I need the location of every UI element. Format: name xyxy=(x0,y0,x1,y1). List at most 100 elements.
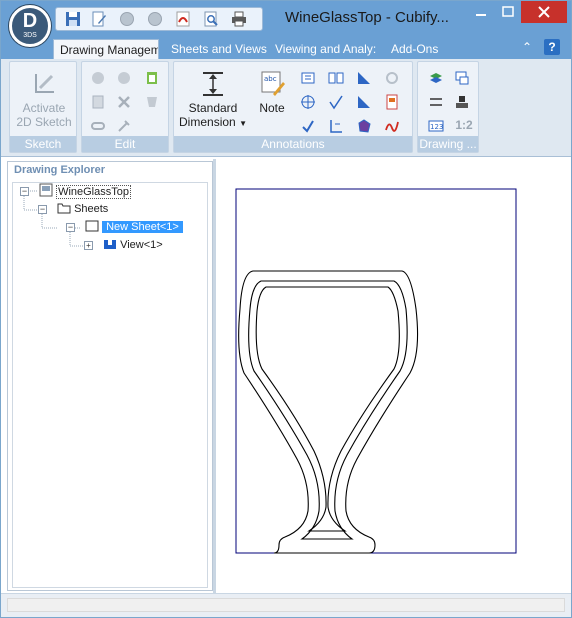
hatch-icon[interactable] xyxy=(356,118,372,134)
circle-disabled-icon[interactable] xyxy=(90,70,106,86)
standard-label-line2: Dimension ▼ xyxy=(178,115,248,131)
drawing-explorer-panel: Drawing Explorer − WineGlassTop − Sheets… xyxy=(7,161,213,591)
drawing-file-icon xyxy=(39,183,53,197)
group-annotations-label: Annotations xyxy=(174,136,412,152)
group-edit: Edit xyxy=(81,61,169,153)
spline-icon[interactable] xyxy=(384,118,400,134)
sheets-folder-icon xyxy=(57,203,71,214)
ordinate-icon[interactable] xyxy=(328,118,344,134)
logo-subtext: 3DS xyxy=(23,32,37,39)
sheet-icon xyxy=(85,220,99,232)
activate-label-line1: Activate xyxy=(22,101,66,115)
activate-label-line2: 2D Sketch xyxy=(16,115,72,129)
tree-node-sheets[interactable]: Sheets xyxy=(57,201,108,217)
minimize-icon xyxy=(476,14,486,16)
tree-node-sheets-label: Sheets xyxy=(74,203,109,215)
tree-node-new-sheet[interactable]: New Sheet<1> xyxy=(85,219,183,235)
note-icon-text: abc xyxy=(264,75,277,83)
weld-symbol-icon[interactable] xyxy=(356,94,372,110)
tree-node-root[interactable]: WineGlassTop xyxy=(39,183,131,199)
activate-2d-sketch-button[interactable]: Activate 2D Sketch xyxy=(14,70,74,129)
help-icon[interactable]: ? xyxy=(544,39,560,55)
properties-icon[interactable] xyxy=(144,94,160,110)
app-window: WineGlassTop - Cubify... D 3DS Drawing M… xyxy=(0,0,572,618)
scale-button[interactable]: 1:2 xyxy=(452,118,476,132)
standard-dimension-button[interactable]: Standard Dimension ▼ xyxy=(178,70,248,131)
edit-icon[interactable] xyxy=(90,11,108,27)
check-icon[interactable] xyxy=(300,118,316,134)
surface-finish-icon[interactable] xyxy=(328,94,344,110)
tab-add-ons[interactable]: Add-Ons xyxy=(385,39,445,59)
drawing-canvas[interactable] xyxy=(216,159,571,591)
dropdown-arrow-icon: ▼ xyxy=(239,119,247,128)
note-button[interactable]: abc Note xyxy=(252,70,292,115)
text-box-icon[interactable] xyxy=(300,70,316,86)
collapse-sheet-icon[interactable]: − xyxy=(66,223,75,232)
title-bar: WineGlassTop - Cubify... xyxy=(1,1,571,37)
logo-letter: D xyxy=(22,10,38,32)
numbering-icon-text: 123 xyxy=(430,123,443,131)
note-label: Note xyxy=(259,101,285,115)
align-icon[interactable] xyxy=(428,94,444,110)
collapse-root-icon[interactable]: − xyxy=(20,187,29,196)
link-icon[interactable] xyxy=(90,118,106,134)
balloon-icon[interactable] xyxy=(384,94,400,110)
tab-viewing-and-analysis[interactable]: Viewing and Analy: xyxy=(269,39,379,59)
status-bar xyxy=(1,593,571,617)
document-icon[interactable] xyxy=(90,94,106,110)
group-drawing-label: Drawing ... xyxy=(418,136,478,152)
tree-node-view-label: View<1> xyxy=(120,239,163,251)
angle-icon[interactable] xyxy=(356,70,372,86)
tree-node-new-sheet-label: New Sheet<1> xyxy=(102,221,183,233)
ribbon-tabs: Drawing Managem Sheets and Views Viewing… xyxy=(1,37,571,59)
sheet-border xyxy=(235,188,517,554)
tab-sheets-and-views[interactable]: Sheets and Views xyxy=(165,39,267,59)
group-edit-label: Edit xyxy=(82,136,168,152)
explorer-tree: − WineGlassTop − Sheets − New Sheet<1> +… xyxy=(12,182,208,588)
collapse-sheets-icon[interactable]: − xyxy=(38,205,47,214)
minimize-button[interactable] xyxy=(467,1,495,23)
gear-disabled-icon[interactable] xyxy=(384,70,400,86)
wineglass-view xyxy=(238,270,419,554)
group-annotations: Standard Dimension ▼ abc Note Annotation… xyxy=(173,61,413,153)
tree-node-root-label: WineGlassTop xyxy=(56,185,131,199)
maximize-button[interactable] xyxy=(495,1,521,23)
group-drawing: 123 1:2 Drawing ... xyxy=(417,61,479,153)
standard-label-text: Dimension xyxy=(179,115,236,129)
redo-icon[interactable] xyxy=(146,11,164,27)
horizontal-scrollbar[interactable] xyxy=(7,598,565,612)
pdf-icon[interactable] xyxy=(174,11,192,27)
undo-icon[interactable] xyxy=(118,11,136,27)
drawing-sheet-svg xyxy=(235,188,517,554)
maximize-icon xyxy=(502,6,514,17)
window-title: WineGlassTop - Cubify... xyxy=(285,9,449,26)
tree-node-view[interactable]: View<1> xyxy=(103,237,163,253)
view-icon xyxy=(104,240,116,249)
explorer-title: Drawing Explorer xyxy=(14,164,106,176)
sketch-icon xyxy=(35,74,54,93)
ribbon: Activate 2D Sketch Sketch Edit Standard … xyxy=(1,59,571,157)
circle-disabled-icon-2[interactable] xyxy=(116,70,132,86)
print-preview-icon[interactable] xyxy=(202,11,220,27)
print-icon[interactable] xyxy=(230,11,248,27)
standard-label-line1: Standard xyxy=(188,101,238,115)
expand-view-icon[interactable]: + xyxy=(84,241,93,250)
center-mark-icon[interactable] xyxy=(300,94,316,110)
close-button[interactable] xyxy=(521,1,567,23)
group-sketch: Activate 2D Sketch Sketch xyxy=(9,61,77,153)
dimension-icon xyxy=(203,72,223,96)
app-menu-button[interactable]: D 3DS xyxy=(9,5,51,47)
layers-icon[interactable] xyxy=(428,70,444,86)
stamp-icon[interactable] xyxy=(454,94,470,110)
tools-icon[interactable] xyxy=(116,118,132,134)
tab-drawing-management[interactable]: Drawing Managem xyxy=(53,39,159,59)
delete-icon[interactable] xyxy=(116,94,132,110)
close-icon xyxy=(538,6,550,18)
note-icon: abc xyxy=(261,71,285,96)
collapse-ribbon-icon[interactable]: ⌃ xyxy=(522,40,532,54)
paste-icon[interactable] xyxy=(144,70,160,86)
datum-icon[interactable] xyxy=(328,70,344,86)
numbering-icon[interactable]: 123 xyxy=(428,118,444,134)
sheet-link-icon[interactable] xyxy=(454,70,470,86)
save-icon[interactable] xyxy=(64,11,82,27)
